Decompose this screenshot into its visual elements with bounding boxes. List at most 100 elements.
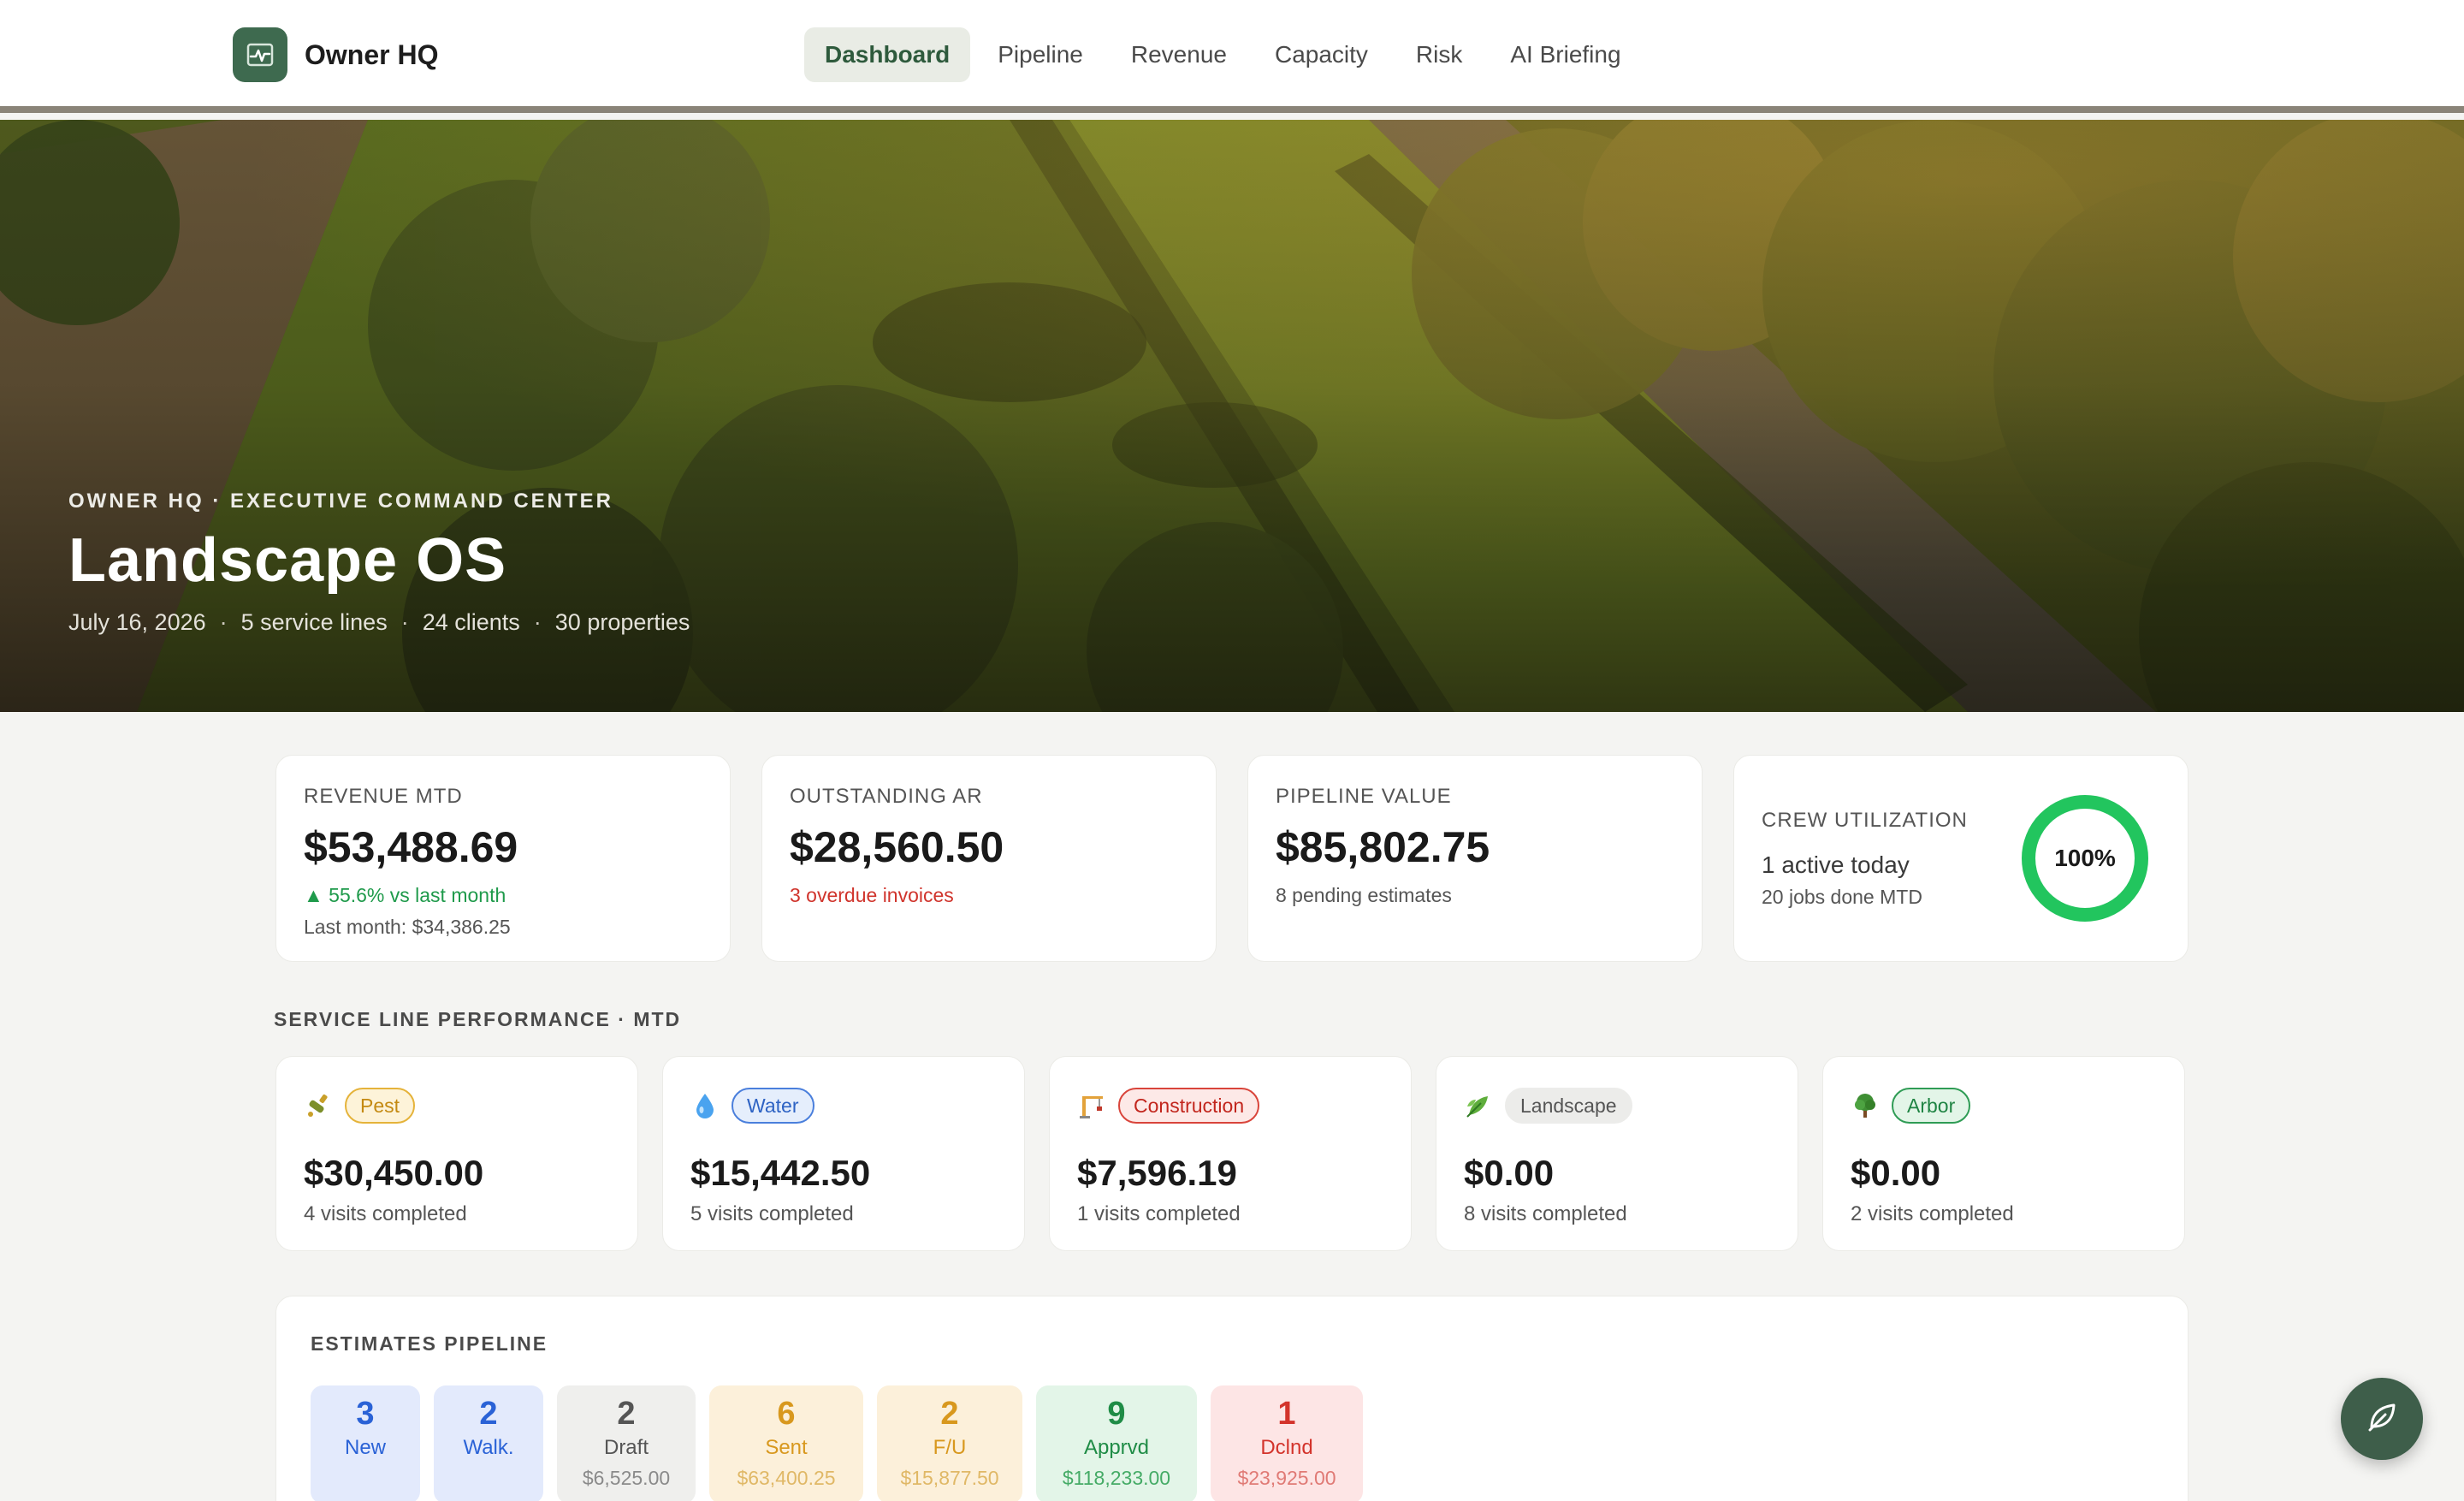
service-revenue: $15,442.50 [690,1153,871,1193]
stage-label: F/U [933,1436,967,1459]
stage-count: 2 [940,1396,959,1432]
kpi-pending-note: 8 pending estimates [1276,884,1452,906]
stage-count: 6 [777,1396,796,1432]
separator-dot: · [533,609,542,635]
hero-text: OWNER HQ · EXECUTIVE COMMAND CENTER Land… [68,489,690,636]
service-revenue: $30,450.00 [304,1153,484,1193]
nav-pipeline[interactable]: Pipeline [977,27,1104,82]
crew-active: 1 active today [1762,851,1910,878]
crane-icon [1077,1091,1106,1120]
service-revenue: $0.00 [1851,1153,1941,1193]
service-section-title: SERVICE LINE PERFORMANCE · MTD [274,1008,682,1030]
leaves-icon [1464,1091,1493,1120]
kpi-value: $85,802.75 [1276,823,1490,871]
service-line-row: Pest $30,450.00 4 visits completed Water… [275,1056,2185,1251]
service-card-landscape[interactable]: Landscape $0.00 8 visits completed [1436,1056,1798,1251]
service-tag: Water [732,1088,814,1124]
app-name: Owner HQ [305,39,439,70]
kpi-revenue-card[interactable]: REVENUE MTD $53,488.69 ▲ 55.6% vs last m… [275,755,731,962]
hero-date: July 16, 2026 [68,609,206,635]
kpi-change: ▲ 55.6% vs last month [304,884,506,906]
stage-label: Walk. [463,1436,514,1459]
hero-clients: 24 clients [422,609,520,635]
service-tag: Construction [1118,1088,1260,1124]
stage-amount: $6,525.00 [582,1467,671,1489]
stage-label: Draft [603,1436,649,1459]
bug-spray-icon [304,1091,333,1120]
service-tag: Landscape [1505,1088,1632,1124]
stage-amount: $23,925.00 [1237,1467,1336,1489]
stage-count: 2 [479,1396,498,1432]
stage-sent[interactable]: 6 Sent $63,400.25 [709,1385,863,1501]
stage-new[interactable]: 3 New [311,1385,420,1501]
service-revenue: $7,596.19 [1077,1153,1237,1193]
kpi-last-month: Last month: $34,386.25 [304,916,511,938]
pipeline-stages: 3 New 2 Walk. 2 Draft $6,525.00 6 Sent $… [311,1385,1377,1501]
stage-declined[interactable]: 1 Dclnd $23,925.00 [1211,1385,1363,1501]
stage-amount: $118,233.00 [1062,1467,1171,1489]
nav-risk[interactable]: Risk [1395,27,1483,82]
kpi-label: CREW UTILIZATION [1762,808,1968,832]
nav-revenue[interactable]: Revenue [1111,27,1247,82]
kpi-value: $53,488.69 [304,823,518,871]
utilization-ring: 100% [2020,793,2150,923]
stage-follow-up[interactable]: 2 F/U $15,877.50 [877,1385,1022,1501]
service-tag: Pest [345,1088,416,1124]
utilization-percent: 100% [2054,845,2116,871]
brand[interactable]: Owner HQ [233,27,438,82]
stage-count: 1 [1277,1396,1296,1432]
service-card-water[interactable]: Water $15,442.50 5 visits completed [662,1056,1025,1251]
kpi-value: $28,560.50 [790,823,1004,871]
nav-dashboard[interactable]: Dashboard [804,27,971,82]
kpi-label: PIPELINE VALUE [1276,785,1452,808]
stage-count: 2 [617,1396,636,1432]
service-visits: 8 visits completed [1464,1202,1627,1225]
service-card-construction[interactable]: Construction $7,596.19 1 visits complete… [1049,1056,1412,1251]
service-visits: 4 visits completed [304,1202,467,1225]
separator-dot: · [400,609,409,635]
stage-label: New [344,1436,386,1459]
crew-text: CREW UTILIZATION 1 active today 20 jobs … [1762,809,1968,909]
kpi-row: REVENUE MTD $53,488.69 ▲ 55.6% vs last m… [275,755,2189,962]
stage-label: Dclnd [1260,1436,1313,1459]
estimates-pipeline-panel: ESTIMATES PIPELINE 3 New 2 Walk. 2 Draft… [275,1296,2189,1501]
separator-dot: · [219,609,228,635]
service-card-pest[interactable]: Pest $30,450.00 4 visits completed [275,1056,638,1251]
kpi-pipeline-card[interactable]: PIPELINE VALUE $85,802.75 8 pending esti… [1247,755,1703,962]
stage-count: 9 [1107,1396,1126,1432]
service-visits: 1 visits completed [1077,1202,1241,1225]
hero-properties: 30 properties [554,609,690,635]
leaf-icon [2363,1398,2401,1440]
assistant-fab-button[interactable] [2341,1378,2423,1460]
stage-count: 3 [356,1396,375,1432]
page-title: Landscape OS [68,526,507,595]
service-visits: 5 visits completed [690,1202,854,1225]
service-card-arbor[interactable]: Arbor $0.00 2 visits completed [1822,1056,2185,1251]
nav-ai-briefing[interactable]: AI Briefing [1490,27,1641,82]
service-revenue: $0.00 [1464,1153,1555,1193]
water-drop-icon [690,1091,720,1120]
hero-banner: OWNER HQ · EXECUTIVE COMMAND CENTER Land… [0,120,2464,712]
kpi-label: REVENUE MTD [304,785,463,808]
top-nav-bar: Owner HQ Dashboard Pipeline Revenue Capa… [0,0,2464,113]
stage-approved[interactable]: 9 Apprvd $118,233.00 [1036,1385,1197,1501]
pulse-chart-icon [233,27,287,82]
hero-service-lines: 5 service lines [240,609,388,635]
stage-amount: $15,877.50 [900,1467,999,1489]
pipeline-title: ESTIMATES PIPELINE [311,1332,548,1355]
kpi-label: OUTSTANDING AR [790,785,983,808]
stage-walkthrough[interactable]: 2 Walk. [434,1385,543,1501]
stage-amount: $63,400.25 [737,1467,836,1489]
stage-label: Sent [765,1436,808,1459]
hero-meta: July 16, 2026 · 5 service lines · 24 cli… [68,609,690,636]
kpi-ar-card[interactable]: OUTSTANDING AR $28,560.50 3 overdue invo… [761,755,1217,962]
kpi-crew-card[interactable]: CREW UTILIZATION 1 active today 20 jobs … [1733,755,2189,962]
stage-draft[interactable]: 2 Draft $6,525.00 [557,1385,696,1501]
service-visits: 2 visits completed [1851,1202,2014,1225]
nav-capacity[interactable]: Capacity [1254,27,1389,82]
kpi-overdue-note: 3 overdue invoices [790,884,954,906]
crew-jobs-done: 20 jobs done MTD [1762,885,1922,908]
hero-eyebrow: OWNER HQ · EXECUTIVE COMMAND CENTER [68,489,614,513]
tree-icon [1851,1091,1880,1120]
service-tag: Arbor [1892,1088,1971,1124]
